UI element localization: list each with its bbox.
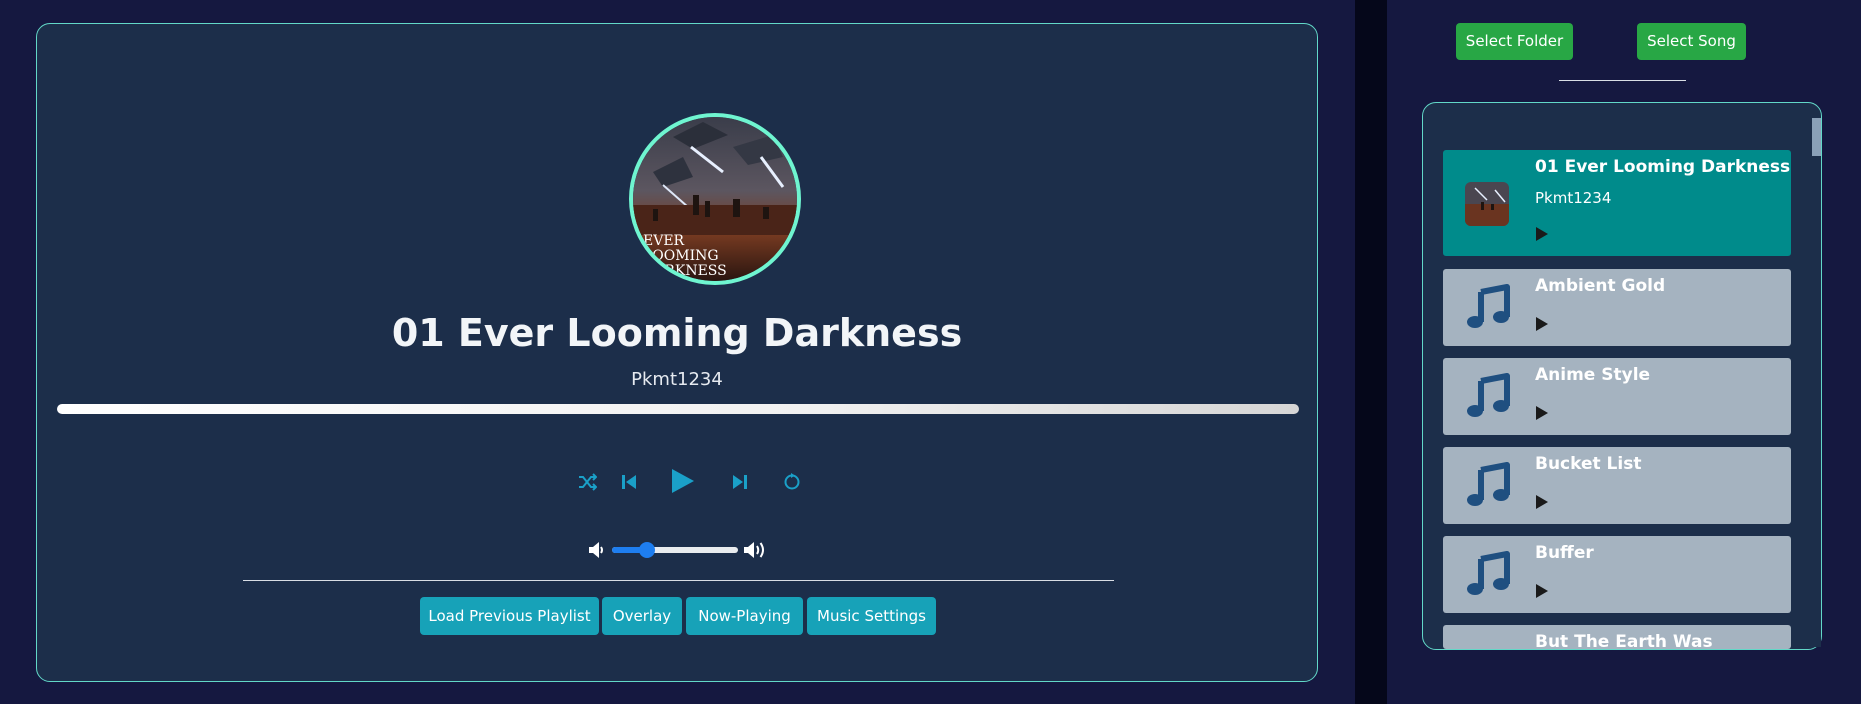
song-artist: Pkmt1234 <box>631 369 723 390</box>
shuffle-icon[interactable] <box>577 472 597 492</box>
play-icon[interactable] <box>1535 494 1549 514</box>
track-name: Bucket List <box>1535 454 1642 474</box>
scrollbar-thumb[interactable] <box>1812 118 1821 156</box>
album-art-text-1: EVER <box>643 233 685 249</box>
player-panel: EVER LOOMING DARKNESS 01 Ever Looming Da… <box>0 0 1355 704</box>
album-art-text-2: LOOMING <box>643 248 719 264</box>
playlist-item[interactable]: Buffer <box>1443 536 1791 613</box>
playlist-item[interactable]: Anime Style <box>1443 358 1791 435</box>
volume-high-icon[interactable] <box>742 539 768 565</box>
sidebar-divider <box>1559 80 1686 81</box>
track-name: Buffer <box>1535 543 1594 563</box>
album-art: EVER LOOMING DARKNESS <box>629 113 801 285</box>
track-thumbnail <box>1465 182 1509 226</box>
track-name: 01 Ever Looming Darkness <box>1535 157 1791 177</box>
track-name: But The Earth Was <box>1535 632 1713 649</box>
music-note-icon <box>1465 284 1511 334</box>
track-artist: Pkmt1234 <box>1535 189 1612 207</box>
repeat-icon[interactable] <box>782 472 802 492</box>
select-song-button[interactable]: Select Song <box>1637 23 1746 60</box>
player-card: EVER LOOMING DARKNESS 01 Ever Looming Da… <box>36 23 1318 682</box>
music-note-icon <box>1465 462 1511 512</box>
album-art-image: EVER LOOMING DARKNESS <box>633 117 797 281</box>
play-icon[interactable] <box>1535 405 1549 425</box>
play-icon[interactable] <box>1535 583 1549 603</box>
previous-icon[interactable] <box>620 472 638 492</box>
next-icon[interactable] <box>731 472 749 492</box>
volume-thumb[interactable] <box>639 542 656 558</box>
progress-bar[interactable] <box>57 404 1299 414</box>
playlist-item[interactable]: Bucket List <box>1443 447 1791 524</box>
now-playing-button[interactable]: Now-Playing <box>686 597 803 635</box>
music-settings-button[interactable]: Music Settings <box>807 597 936 635</box>
play-icon[interactable] <box>668 466 696 496</box>
playlist-item[interactable]: Ambient Gold <box>1443 269 1791 346</box>
volume-low-icon[interactable] <box>587 540 607 564</box>
overlay-button[interactable]: Overlay <box>602 597 682 635</box>
divider <box>243 580 1114 581</box>
play-icon[interactable] <box>1535 316 1549 336</box>
panel-gap <box>1355 0 1387 704</box>
select-folder-button[interactable]: Select Folder <box>1456 23 1573 60</box>
volume-slider[interactable] <box>612 542 738 558</box>
track-name: Anime Style <box>1535 365 1651 385</box>
load-previous-playlist-button[interactable]: Load Previous Playlist <box>420 597 599 635</box>
music-note-icon <box>1465 373 1511 423</box>
playlist-item[interactable]: 01 Ever Looming Darkness Pkmt1234 <box>1443 150 1791 256</box>
music-note-icon <box>1465 551 1511 601</box>
play-icon[interactable] <box>1535 226 1549 246</box>
scrollbar-track[interactable] <box>1812 117 1821 647</box>
song-title: 01 Ever Looming Darkness <box>391 311 963 355</box>
track-name: Ambient Gold <box>1535 276 1666 296</box>
album-art-text-3: DARKNESS <box>643 263 727 279</box>
playlist-item[interactable]: But The Earth Was <box>1443 625 1791 649</box>
